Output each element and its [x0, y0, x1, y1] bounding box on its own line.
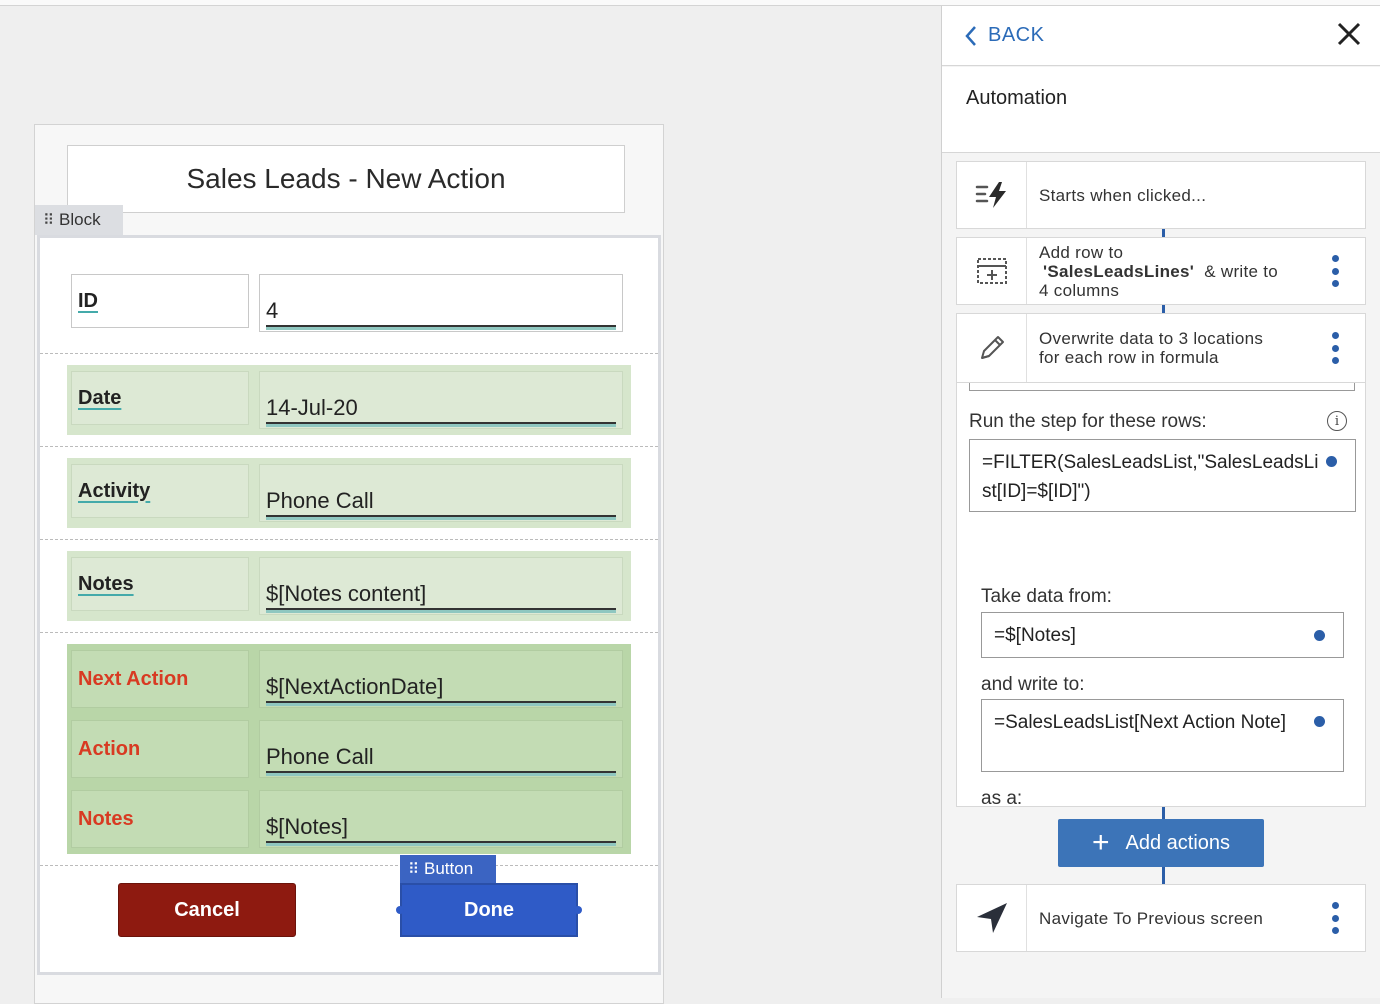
- step-detail: Run the step for these rows: i =FILTER(S…: [956, 383, 1366, 807]
- navigate-text: Navigate To Previous screen: [1039, 908, 1264, 928]
- field-input-date[interactable]: 14-Jul-20: [259, 371, 623, 429]
- cancel-button[interactable]: Cancel: [118, 883, 296, 937]
- overwrite-line1: Overwrite data to 3 locations: [1039, 329, 1264, 348]
- connector-line: [1162, 866, 1165, 884]
- collapsed-field-edge: [969, 383, 1355, 391]
- field-label-action: Action: [71, 720, 249, 778]
- field-label-next-action: Next Action: [71, 650, 249, 708]
- field-input-next-notes[interactable]: $[Notes]: [259, 790, 623, 848]
- more-options-icon[interactable]: [1331, 332, 1339, 364]
- drag-handle-icon[interactable]: ⠿: [408, 860, 419, 878]
- run-rows-label: Run the step for these rows:: [969, 411, 1207, 432]
- form-row-date: Date 14-Jul-20: [40, 354, 658, 447]
- write-to-label: and write to:: [981, 674, 1085, 695]
- panel-header: BACK: [942, 6, 1380, 66]
- field-input-next-action[interactable]: $[NextActionDate]: [259, 650, 623, 708]
- plus-icon: +: [1091, 826, 1110, 859]
- form-canvas: Sales Leads - New Action ⠿ Block ID 4 Da…: [34, 124, 664, 1004]
- overwrite-line2: for each row in formula: [1039, 348, 1219, 367]
- panel-subtitle-area: Automation: [942, 67, 1380, 153]
- trigger-text: Starts when clicked...: [1039, 185, 1207, 205]
- formula-dot-icon: [1314, 716, 1325, 727]
- more-options-icon[interactable]: [1331, 255, 1339, 287]
- add-row-line2: & write to: [1204, 261, 1279, 281]
- form-row-notes: Notes $[Notes content]: [40, 540, 658, 633]
- field-input-notes[interactable]: $[Notes content]: [259, 557, 623, 615]
- step-add-row[interactable]: Add row to 'SalesLeadsLines' & write to …: [956, 237, 1366, 305]
- add-row-table-name: 'SalesLeadsLines': [1043, 261, 1195, 281]
- field-label-activity: Activity: [71, 464, 249, 518]
- step-overwrite[interactable]: Overwrite data to 3 locations for each r…: [956, 313, 1366, 383]
- field-input-action[interactable]: Phone Call: [259, 720, 623, 778]
- close-icon[interactable]: [1335, 20, 1363, 48]
- pencil-icon: [980, 336, 1004, 359]
- form-row-activity: Activity Phone Call: [40, 447, 658, 540]
- add-row-line1: Add row to: [1039, 242, 1124, 262]
- add-actions-label: Add actions: [1125, 831, 1231, 854]
- drag-handle-icon[interactable]: ⠿: [43, 211, 54, 229]
- connector-line: [1162, 806, 1165, 820]
- take-data-label: Take data from:: [981, 586, 1112, 607]
- field-label-notes: Notes: [71, 557, 249, 611]
- add-row-line3: 4 columns: [1039, 280, 1120, 300]
- more-options-icon[interactable]: [1331, 902, 1339, 934]
- run-rows-formula: =FILTER(SalesLeadsList,"SalesLeadsList[I…: [982, 452, 1319, 502]
- block-tab-label: Block: [59, 210, 101, 229]
- done-button[interactable]: Done: [400, 883, 578, 937]
- form-row-next-action-group: Next Action $[NextActionDate] Action Pho…: [40, 633, 658, 866]
- resize-handle-left[interactable]: [396, 906, 404, 914]
- automation-panel: BACK Automation Starts when clicked... A…: [941, 6, 1380, 998]
- lightning-icon: [975, 182, 1006, 208]
- back-button[interactable]: BACK: [964, 24, 1044, 47]
- field-input-id[interactable]: 4: [259, 274, 623, 332]
- info-icon[interactable]: i: [1327, 411, 1347, 431]
- step-navigate[interactable]: Navigate To Previous screen: [956, 884, 1366, 952]
- run-rows-formula-field[interactable]: =FILTER(SalesLeadsList,"SalesLeadsList[I…: [969, 439, 1356, 512]
- button-tab-label: Button: [424, 859, 474, 878]
- chevron-left-icon: [965, 25, 976, 46]
- resize-handle-right[interactable]: [574, 906, 582, 914]
- panel-subtitle: Automation: [966, 87, 1068, 109]
- form-row-id: ID 4: [40, 238, 658, 354]
- navigate-arrow-icon: [976, 903, 1007, 933]
- formula-dot-icon: [1314, 630, 1325, 641]
- button-tab[interactable]: ⠿ Button: [400, 855, 496, 883]
- write-to-field[interactable]: =SalesLeadsList[Next Action Note]: [981, 699, 1344, 772]
- take-data-formula: =$[Notes]: [994, 625, 1076, 646]
- write-to-formula: =SalesLeadsList[Next Action Note]: [994, 712, 1287, 733]
- field-label-date: Date: [71, 371, 249, 425]
- add-row-table-icon: [976, 258, 1007, 284]
- as-a-label: as a:: [981, 788, 1023, 807]
- add-actions-button[interactable]: + Add actions: [1058, 819, 1264, 867]
- trigger-step[interactable]: Starts when clicked...: [956, 161, 1366, 229]
- take-data-field[interactable]: =$[Notes]: [981, 612, 1344, 658]
- back-label: BACK: [988, 24, 1045, 46]
- block-tab[interactable]: ⠿ Block: [35, 205, 123, 235]
- form-title[interactable]: Sales Leads - New Action: [67, 145, 625, 213]
- field-label-next-notes: Notes: [71, 790, 249, 848]
- field-label-id: ID: [71, 274, 249, 328]
- form-block[interactable]: ID 4 Date 14-Jul-20 Activity Phone Call …: [37, 235, 661, 975]
- formula-dot-icon: [1326, 456, 1337, 467]
- field-input-activity[interactable]: Phone Call: [259, 464, 623, 522]
